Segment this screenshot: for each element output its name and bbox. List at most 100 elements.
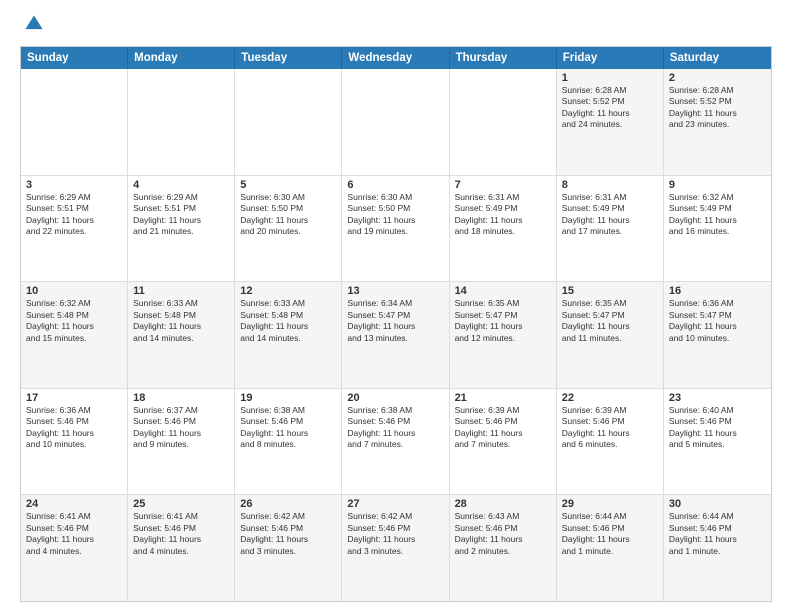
day-cell-14: 14Sunrise: 6:35 AM Sunset: 5:47 PM Dayli… — [450, 282, 557, 388]
day-cell-12: 12Sunrise: 6:33 AM Sunset: 5:48 PM Dayli… — [235, 282, 342, 388]
day-number: 30 — [669, 498, 766, 510]
day-cell-13: 13Sunrise: 6:34 AM Sunset: 5:47 PM Dayli… — [342, 282, 449, 388]
day-info: Sunrise: 6:32 AM Sunset: 5:49 PM Dayligh… — [669, 192, 766, 238]
day-number: 7 — [455, 179, 551, 191]
logo-icon — [22, 12, 46, 36]
day-number: 27 — [347, 498, 443, 510]
day-info: Sunrise: 6:34 AM Sunset: 5:47 PM Dayligh… — [347, 298, 443, 344]
logo — [20, 16, 46, 36]
weekday-header-friday: Friday — [557, 47, 664, 69]
day-info: Sunrise: 6:39 AM Sunset: 5:46 PM Dayligh… — [562, 405, 658, 451]
day-info: Sunrise: 6:31 AM Sunset: 5:49 PM Dayligh… — [455, 192, 551, 238]
day-info: Sunrise: 6:38 AM Sunset: 5:46 PM Dayligh… — [347, 405, 443, 451]
day-cell-28: 28Sunrise: 6:43 AM Sunset: 5:46 PM Dayli… — [450, 495, 557, 601]
day-number: 16 — [669, 285, 766, 297]
day-cell-7: 7Sunrise: 6:31 AM Sunset: 5:49 PM Daylig… — [450, 176, 557, 282]
day-cell-6: 6Sunrise: 6:30 AM Sunset: 5:50 PM Daylig… — [342, 176, 449, 282]
day-number: 22 — [562, 392, 658, 404]
day-info: Sunrise: 6:42 AM Sunset: 5:46 PM Dayligh… — [347, 511, 443, 557]
day-cell-23: 23Sunrise: 6:40 AM Sunset: 5:46 PM Dayli… — [664, 389, 771, 495]
day-info: Sunrise: 6:36 AM Sunset: 5:47 PM Dayligh… — [669, 298, 766, 344]
day-info: Sunrise: 6:33 AM Sunset: 5:48 PM Dayligh… — [240, 298, 336, 344]
day-info: Sunrise: 6:32 AM Sunset: 5:48 PM Dayligh… — [26, 298, 122, 344]
calendar-header: SundayMondayTuesdayWednesdayThursdayFrid… — [21, 47, 771, 69]
day-number: 19 — [240, 392, 336, 404]
day-number: 10 — [26, 285, 122, 297]
empty-cell-r0c1 — [128, 69, 235, 175]
day-info: Sunrise: 6:37 AM Sunset: 5:46 PM Dayligh… — [133, 405, 229, 451]
page: SundayMondayTuesdayWednesdayThursdayFrid… — [0, 0, 792, 612]
day-cell-1: 1Sunrise: 6:28 AM Sunset: 5:52 PM Daylig… — [557, 69, 664, 175]
day-number: 17 — [26, 392, 122, 404]
day-info: Sunrise: 6:41 AM Sunset: 5:46 PM Dayligh… — [26, 511, 122, 557]
day-info: Sunrise: 6:35 AM Sunset: 5:47 PM Dayligh… — [562, 298, 658, 344]
header — [20, 16, 772, 36]
day-cell-9: 9Sunrise: 6:32 AM Sunset: 5:49 PM Daylig… — [664, 176, 771, 282]
calendar-row-4: 24Sunrise: 6:41 AM Sunset: 5:46 PM Dayli… — [21, 494, 771, 601]
day-info: Sunrise: 6:41 AM Sunset: 5:46 PM Dayligh… — [133, 511, 229, 557]
day-info: Sunrise: 6:38 AM Sunset: 5:46 PM Dayligh… — [240, 405, 336, 451]
day-cell-29: 29Sunrise: 6:44 AM Sunset: 5:46 PM Dayli… — [557, 495, 664, 601]
day-number: 15 — [562, 285, 658, 297]
day-cell-26: 26Sunrise: 6:42 AM Sunset: 5:46 PM Dayli… — [235, 495, 342, 601]
day-number: 12 — [240, 285, 336, 297]
day-number: 21 — [455, 392, 551, 404]
day-cell-8: 8Sunrise: 6:31 AM Sunset: 5:49 PM Daylig… — [557, 176, 664, 282]
empty-cell-r0c2 — [235, 69, 342, 175]
day-cell-24: 24Sunrise: 6:41 AM Sunset: 5:46 PM Dayli… — [21, 495, 128, 601]
day-number: 29 — [562, 498, 658, 510]
day-info: Sunrise: 6:29 AM Sunset: 5:51 PM Dayligh… — [26, 192, 122, 238]
day-info: Sunrise: 6:28 AM Sunset: 5:52 PM Dayligh… — [562, 85, 658, 131]
calendar-row-3: 17Sunrise: 6:36 AM Sunset: 5:46 PM Dayli… — [21, 388, 771, 495]
day-cell-18: 18Sunrise: 6:37 AM Sunset: 5:46 PM Dayli… — [128, 389, 235, 495]
day-info: Sunrise: 6:40 AM Sunset: 5:46 PM Dayligh… — [669, 405, 766, 451]
day-cell-20: 20Sunrise: 6:38 AM Sunset: 5:46 PM Dayli… — [342, 389, 449, 495]
day-cell-10: 10Sunrise: 6:32 AM Sunset: 5:48 PM Dayli… — [21, 282, 128, 388]
day-cell-25: 25Sunrise: 6:41 AM Sunset: 5:46 PM Dayli… — [128, 495, 235, 601]
day-info: Sunrise: 6:35 AM Sunset: 5:47 PM Dayligh… — [455, 298, 551, 344]
weekday-header-thursday: Thursday — [450, 47, 557, 69]
day-number: 13 — [347, 285, 443, 297]
day-info: Sunrise: 6:39 AM Sunset: 5:46 PM Dayligh… — [455, 405, 551, 451]
day-number: 18 — [133, 392, 229, 404]
weekday-header-monday: Monday — [128, 47, 235, 69]
calendar-row-0: 1Sunrise: 6:28 AM Sunset: 5:52 PM Daylig… — [21, 69, 771, 175]
calendar-row-1: 3Sunrise: 6:29 AM Sunset: 5:51 PM Daylig… — [21, 175, 771, 282]
day-info: Sunrise: 6:33 AM Sunset: 5:48 PM Dayligh… — [133, 298, 229, 344]
day-number: 4 — [133, 179, 229, 191]
weekday-header-wednesday: Wednesday — [342, 47, 449, 69]
day-number: 2 — [669, 72, 766, 84]
empty-cell-r0c0 — [21, 69, 128, 175]
day-info: Sunrise: 6:30 AM Sunset: 5:50 PM Dayligh… — [347, 192, 443, 238]
day-number: 28 — [455, 498, 551, 510]
day-cell-22: 22Sunrise: 6:39 AM Sunset: 5:46 PM Dayli… — [557, 389, 664, 495]
day-cell-2: 2Sunrise: 6:28 AM Sunset: 5:52 PM Daylig… — [664, 69, 771, 175]
day-number: 20 — [347, 392, 443, 404]
day-info: Sunrise: 6:44 AM Sunset: 5:46 PM Dayligh… — [669, 511, 766, 557]
calendar-body: 1Sunrise: 6:28 AM Sunset: 5:52 PM Daylig… — [21, 69, 771, 601]
day-cell-5: 5Sunrise: 6:30 AM Sunset: 5:50 PM Daylig… — [235, 176, 342, 282]
day-cell-17: 17Sunrise: 6:36 AM Sunset: 5:46 PM Dayli… — [21, 389, 128, 495]
day-cell-15: 15Sunrise: 6:35 AM Sunset: 5:47 PM Dayli… — [557, 282, 664, 388]
day-number: 6 — [347, 179, 443, 191]
day-info: Sunrise: 6:31 AM Sunset: 5:49 PM Dayligh… — [562, 192, 658, 238]
day-info: Sunrise: 6:28 AM Sunset: 5:52 PM Dayligh… — [669, 85, 766, 131]
day-number: 11 — [133, 285, 229, 297]
day-info: Sunrise: 6:44 AM Sunset: 5:46 PM Dayligh… — [562, 511, 658, 557]
day-number: 23 — [669, 392, 766, 404]
weekday-header-tuesday: Tuesday — [235, 47, 342, 69]
day-number: 8 — [562, 179, 658, 191]
day-number: 3 — [26, 179, 122, 191]
day-number: 5 — [240, 179, 336, 191]
empty-cell-r0c3 — [342, 69, 449, 175]
calendar-row-2: 10Sunrise: 6:32 AM Sunset: 5:48 PM Dayli… — [21, 281, 771, 388]
weekday-header-sunday: Sunday — [21, 47, 128, 69]
day-cell-11: 11Sunrise: 6:33 AM Sunset: 5:48 PM Dayli… — [128, 282, 235, 388]
day-info: Sunrise: 6:42 AM Sunset: 5:46 PM Dayligh… — [240, 511, 336, 557]
day-cell-30: 30Sunrise: 6:44 AM Sunset: 5:46 PM Dayli… — [664, 495, 771, 601]
weekday-header-saturday: Saturday — [664, 47, 771, 69]
day-cell-19: 19Sunrise: 6:38 AM Sunset: 5:46 PM Dayli… — [235, 389, 342, 495]
day-number: 9 — [669, 179, 766, 191]
day-number: 25 — [133, 498, 229, 510]
calendar: SundayMondayTuesdayWednesdayThursdayFrid… — [20, 46, 772, 602]
